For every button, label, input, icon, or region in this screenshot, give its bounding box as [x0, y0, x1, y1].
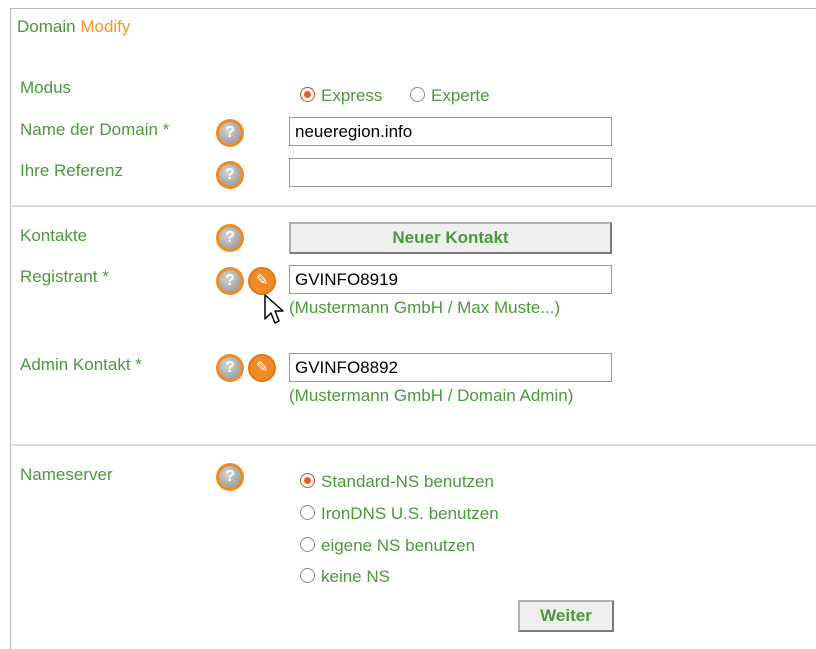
modus-label: Modus [20, 78, 72, 97]
ns-own-radio[interactable] [300, 537, 315, 552]
ns-own-label: eigene NS benutzen [321, 536, 476, 555]
contacts-help-icon[interactable]: ? [216, 224, 244, 252]
ns-standard-radio[interactable] [300, 473, 315, 488]
ns-none-label: keine NS [321, 567, 390, 586]
admin-contact-input[interactable] [289, 353, 612, 382]
ns-irondns-label: IronDNS U.S. benutzen [321, 504, 499, 523]
ns-own-option[interactable]: eigene NS benutzen [300, 536, 475, 556]
registrant-edit-icon[interactable]: ✎ [248, 267, 276, 295]
registrant-input[interactable] [289, 265, 612, 294]
admin-contact-help-icon[interactable]: ? [216, 354, 244, 382]
domain-name-help-icon[interactable]: ? [216, 119, 244, 147]
ns-irondns-option[interactable]: IronDNS U.S. benutzen [300, 504, 499, 524]
modus-experte-label: Experte [431, 86, 490, 105]
domain-name-label: Name der Domain * [20, 120, 170, 139]
weiter-button[interactable]: Weiter [518, 600, 614, 632]
modus-express-radio[interactable] [300, 87, 315, 102]
nameserver-help-icon[interactable]: ? [216, 463, 244, 491]
reference-label: Ihre Referenz [20, 161, 123, 180]
modus-experte-radio[interactable] [410, 87, 425, 102]
admin-contact-label: Admin Kontakt * [20, 355, 142, 374]
ns-standard-label: Standard-NS benutzen [321, 472, 494, 491]
divider [12, 205, 816, 207]
modus-express-label: Express [321, 86, 383, 105]
admin-contact-description: (Mustermann GmbH / Domain Admin) [289, 386, 574, 405]
domain-name-input[interactable] [289, 117, 612, 146]
mouse-cursor-icon [264, 294, 284, 324]
page-title: Domain Modify [17, 17, 130, 37]
ns-none-radio[interactable] [300, 568, 315, 583]
new-contact-button[interactable]: Neuer Kontakt [289, 222, 612, 254]
ns-none-option[interactable]: keine NS [300, 567, 390, 587]
registrant-label: Registrant * [20, 267, 109, 286]
ns-standard-option[interactable]: Standard-NS benutzen [300, 472, 494, 492]
reference-input[interactable] [289, 158, 612, 187]
title-domain: Domain [17, 17, 76, 36]
ns-irondns-radio[interactable] [300, 505, 315, 520]
registrant-description: (Mustermann GmbH / Max Muste...) [289, 298, 561, 317]
contacts-label: Kontakte [20, 226, 88, 245]
admin-contact-edit-icon[interactable]: ✎ [248, 354, 276, 382]
registrant-help-icon[interactable]: ? [216, 267, 244, 295]
divider [12, 444, 816, 446]
nameserver-label: Nameserver [20, 465, 113, 484]
modus-experte-option[interactable]: Experte [410, 86, 490, 106]
title-modify: Modify [80, 17, 131, 36]
modus-express-option[interactable]: Express [300, 86, 382, 106]
reference-help-icon[interactable]: ? [216, 161, 244, 189]
